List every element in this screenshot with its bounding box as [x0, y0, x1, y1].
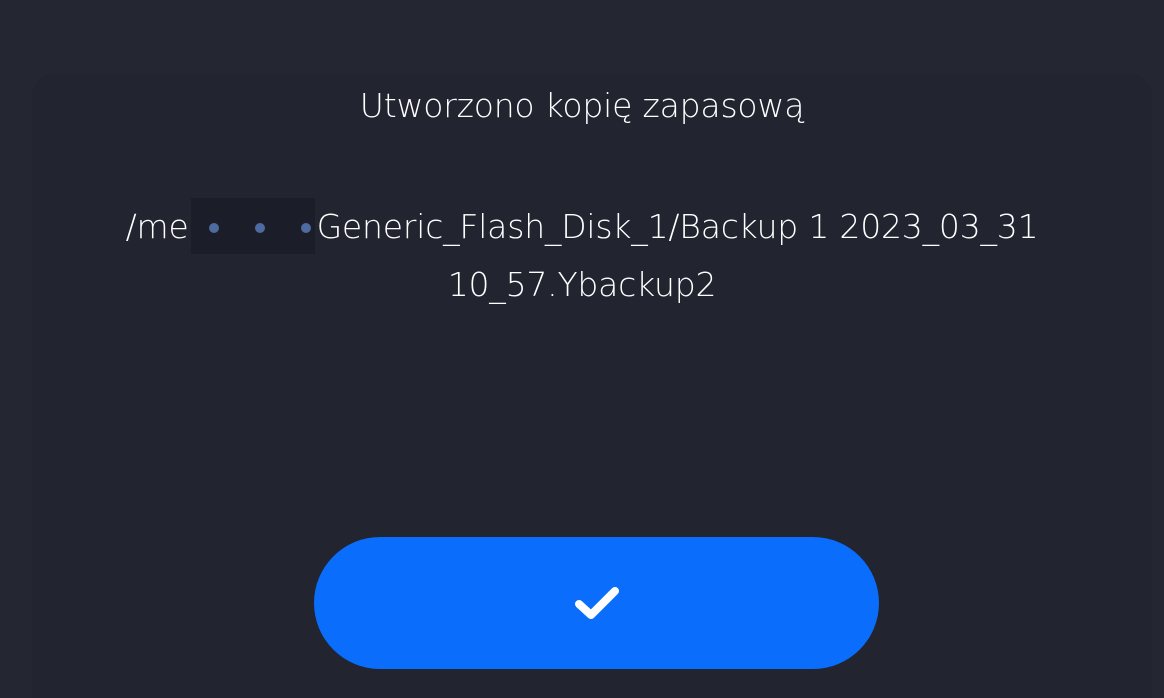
dialog-title: Utworzono kopię zapasową — [359, 86, 805, 125]
path-line-2: 10_57.Ybackup2 — [447, 265, 717, 304]
confirm-button[interactable] — [314, 537, 879, 669]
backup-file-path: /me Generic_Flash_Disk_1/Backup 1 2023_03… — [0, 198, 1164, 314]
redacted-segment — [190, 198, 315, 254]
path-rest: Generic_Flash_Disk_1/Backup 1 2023_03_31 — [316, 207, 1039, 246]
path-prefix: /me — [125, 207, 189, 246]
screen: Utworzono kopię zapasową /me Generic_Flas… — [0, 0, 1164, 698]
check-icon — [574, 587, 619, 619]
path-line-1: /me Generic_Flash_Disk_1/Backup 1 2023_03… — [0, 198, 1164, 256]
